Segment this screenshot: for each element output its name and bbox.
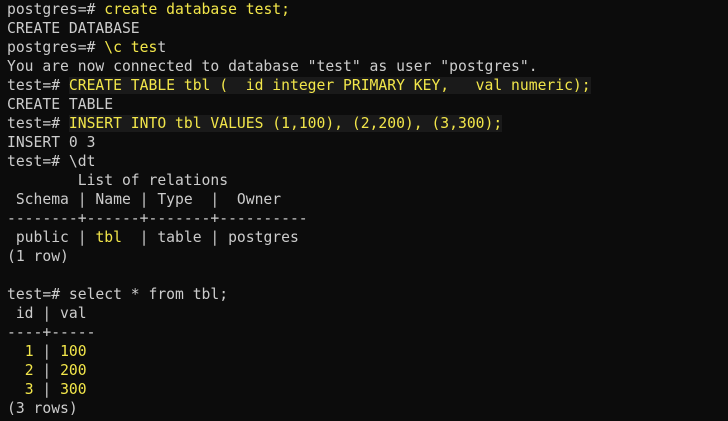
terminal-line: test=# CREATE TABLE tbl ( id integer PRI… bbox=[7, 76, 725, 95]
terminal-line: test=# INSERT INTO tbl VALUES (1,100), (… bbox=[7, 114, 725, 133]
terminal-text: --------+------+-------+---------- bbox=[7, 210, 308, 227]
terminal-text: t bbox=[157, 39, 167, 56]
terminal-text: postgres=# bbox=[7, 39, 105, 56]
terminal-line: test=# select * from tbl; bbox=[7, 285, 725, 304]
terminal-line: id | val bbox=[7, 304, 725, 323]
terminal-line: Schema | Name | Type | Owner bbox=[7, 190, 725, 209]
terminal-text: | bbox=[33, 362, 61, 379]
terminal-text: test=# \dt bbox=[7, 153, 96, 170]
terminal-line: (3 rows) bbox=[7, 399, 725, 418]
terminal-text: INSERT INTO tbl VALUES (1,100), (2,200),… bbox=[68, 115, 503, 132]
terminal-text: | bbox=[33, 381, 61, 398]
terminal-text: 200 bbox=[60, 362, 87, 379]
terminal-text: CREATE TABLE tbl ( id integer PRIMARY KE… bbox=[68, 77, 591, 94]
terminal-text: 1 bbox=[24, 343, 34, 360]
terminal-text: tbl bbox=[95, 229, 122, 246]
terminal-text: CREATE TABLE bbox=[7, 96, 114, 113]
terminal-line: CREATE TABLE bbox=[7, 95, 725, 114]
terminal-text: create database test; bbox=[104, 1, 290, 18]
terminal-text: (3 rows) bbox=[7, 400, 78, 417]
terminal-text: You are now connected to database "test"… bbox=[7, 58, 538, 75]
terminal-line: INSERT 0 3 bbox=[7, 133, 725, 152]
terminal-line: You are now connected to database "test"… bbox=[7, 57, 725, 76]
terminal-line: public | tbl | table | postgres bbox=[7, 228, 725, 247]
terminal-line: ----+----- bbox=[7, 323, 725, 342]
terminal-text: INSERT 0 3 bbox=[7, 134, 96, 151]
terminal-line: test=# \dt bbox=[7, 152, 725, 171]
terminal-text: 100 bbox=[60, 343, 87, 360]
terminal-text: test=# bbox=[7, 115, 69, 132]
terminal-text: 3 bbox=[24, 381, 34, 398]
terminal-text: postgres=# bbox=[7, 1, 105, 18]
terminal-text: \c tes bbox=[104, 39, 158, 56]
terminal-text: id | val bbox=[7, 305, 87, 322]
terminal-line: 3 | 300 bbox=[7, 380, 725, 399]
terminal-line: --------+------+-------+---------- bbox=[7, 209, 725, 228]
terminal-text: List of relations bbox=[7, 172, 229, 189]
terminal-line: postgres=# create database test; bbox=[7, 0, 725, 19]
terminal-text: 2 bbox=[24, 362, 34, 379]
terminal-line: CREATE DATABASE bbox=[7, 19, 725, 38]
terminal-text: ----+----- bbox=[7, 324, 96, 341]
terminal-line: postgres=# \c test bbox=[7, 38, 725, 57]
terminal-line: 2 | 200 bbox=[7, 361, 725, 380]
terminal-output[interactable]: postgres=# create database test; CREATE D… bbox=[7, 0, 725, 421]
terminal-text: (1 row) bbox=[7, 248, 69, 265]
terminal-text: test=# select * from tbl; bbox=[7, 286, 229, 303]
terminal-text: | bbox=[33, 343, 61, 360]
terminal-line: 1 | 100 bbox=[7, 342, 725, 361]
terminal-text: CREATE DATABASE bbox=[7, 20, 140, 37]
terminal-text: 300 bbox=[60, 381, 87, 398]
terminal-text: Schema | Name | Type | Owner bbox=[7, 191, 282, 208]
terminal-line: List of relations bbox=[7, 171, 725, 190]
terminal-text: | table | postgres bbox=[121, 229, 299, 246]
terminal-line: (1 row) bbox=[7, 247, 725, 266]
terminal-text: public | bbox=[7, 229, 96, 246]
terminal-text: test=# bbox=[7, 77, 69, 94]
